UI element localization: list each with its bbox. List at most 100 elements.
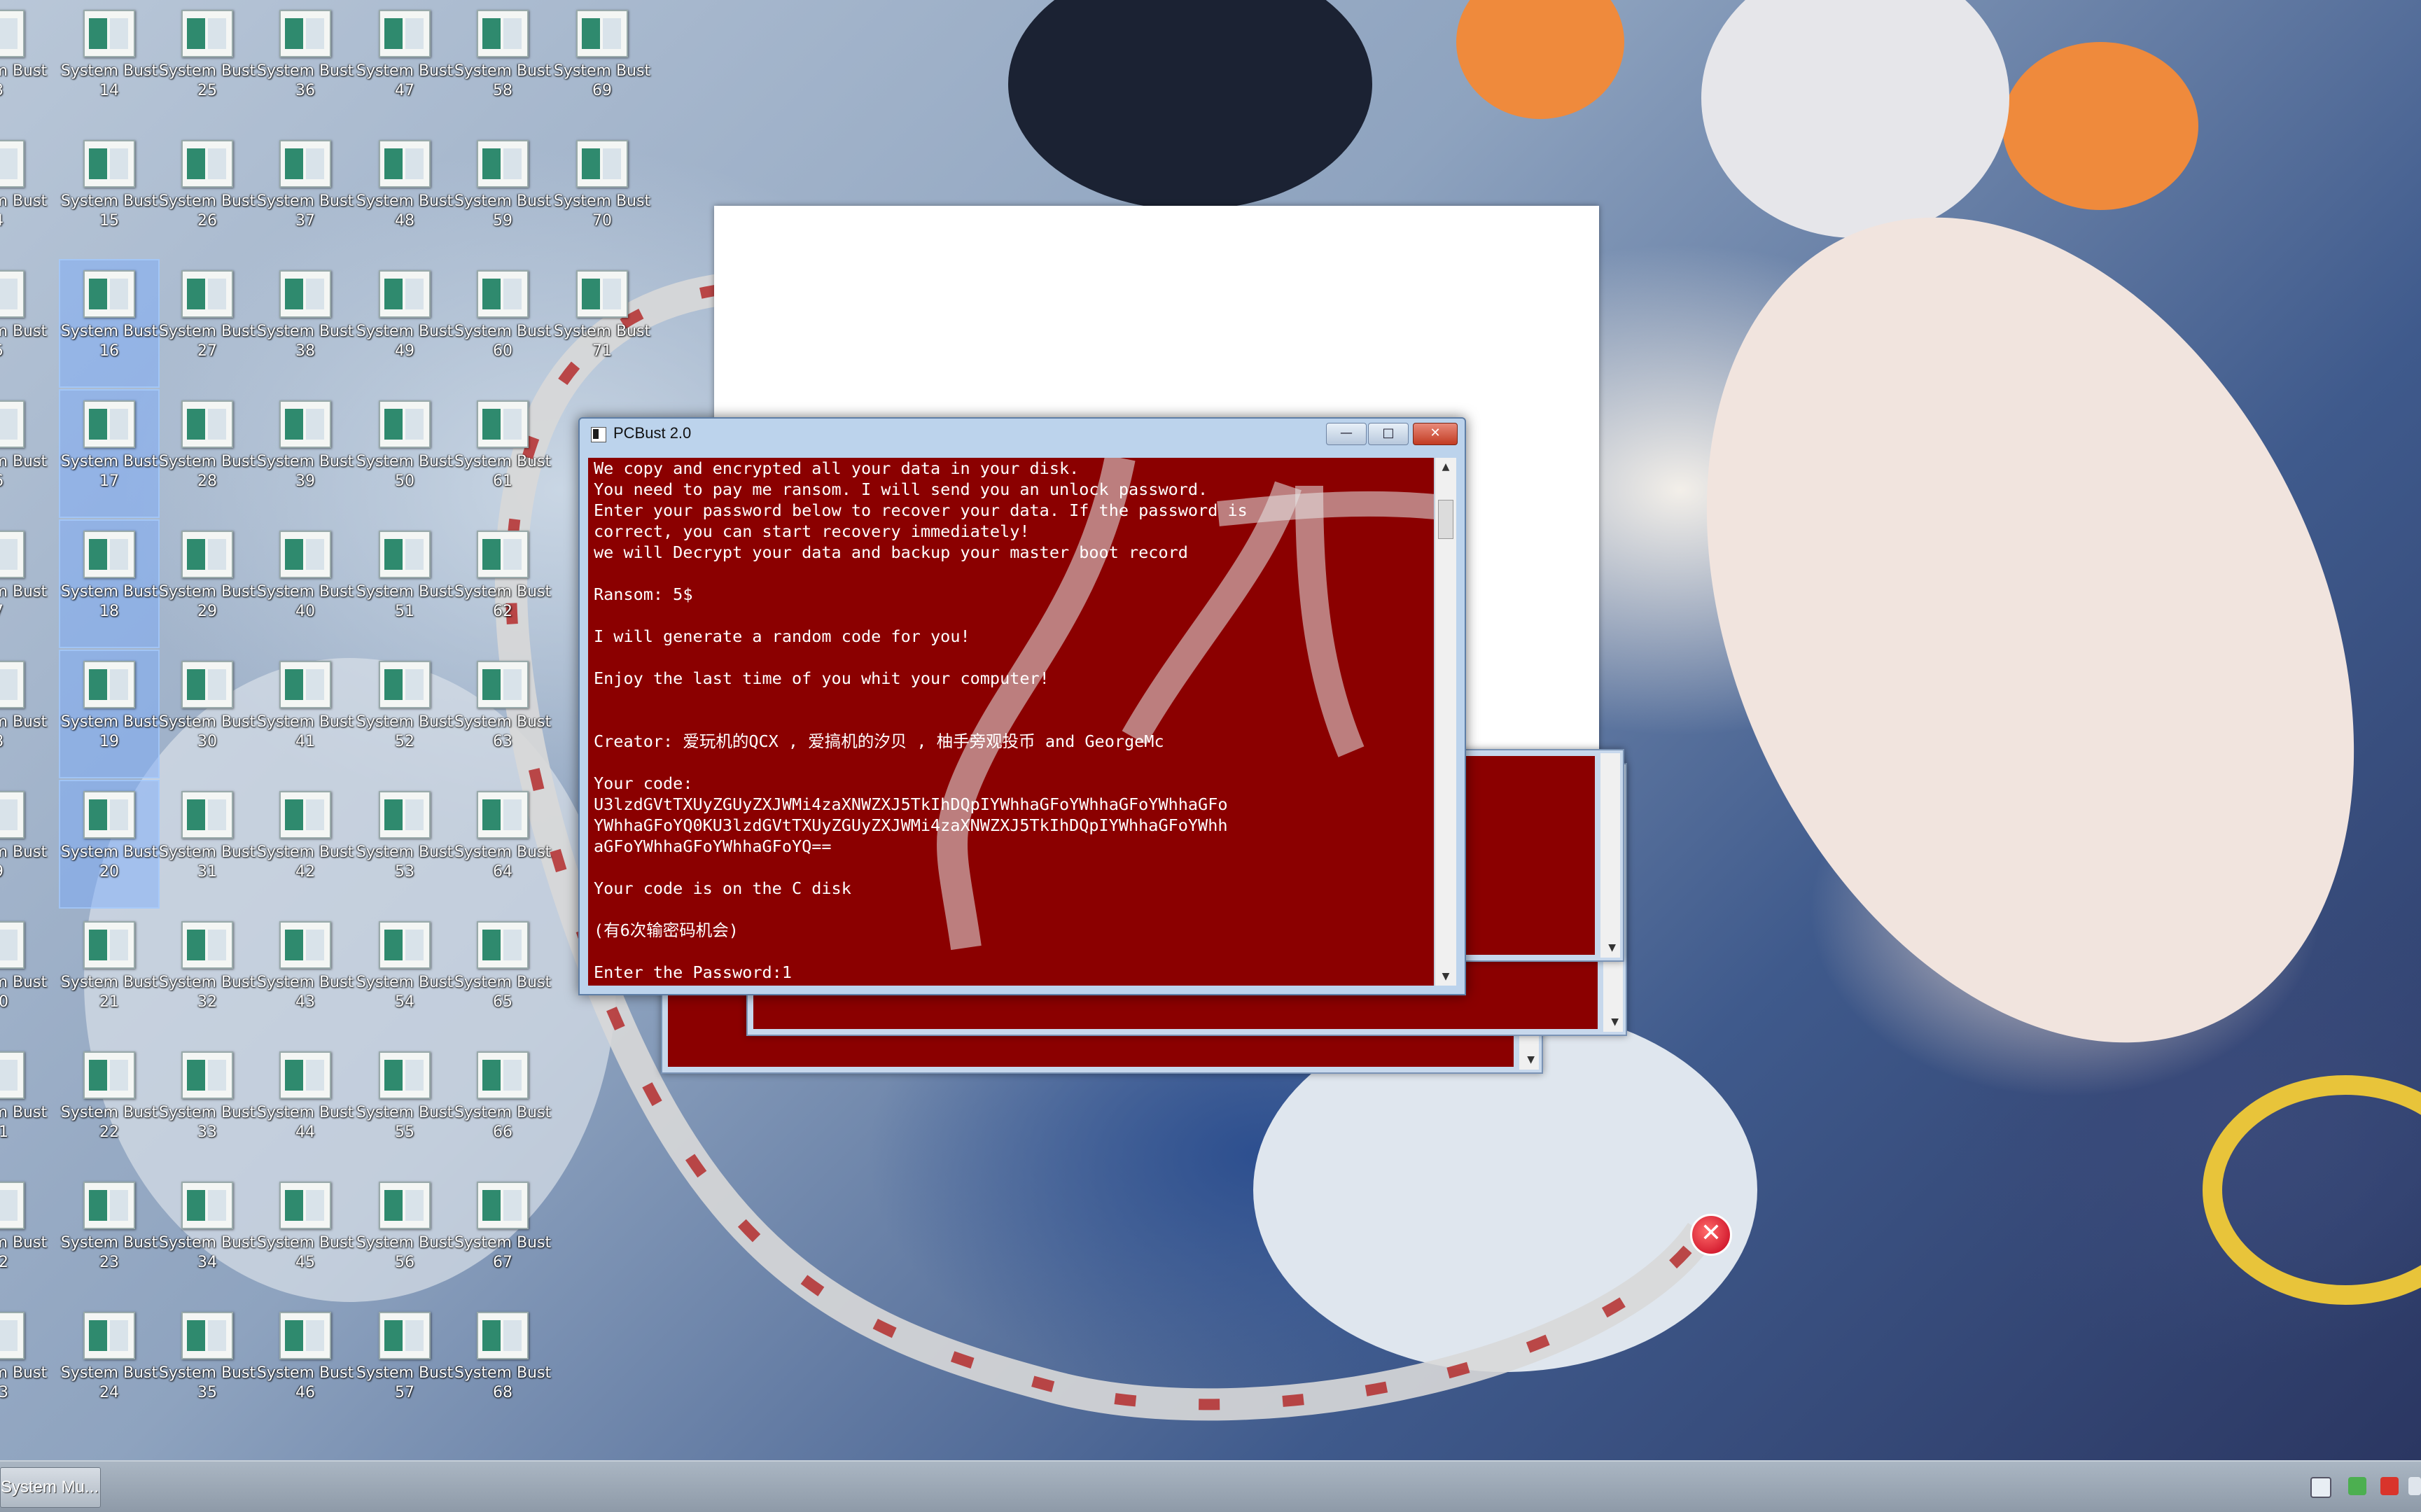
desktop-icon-system-bust-56[interactable]: System Bust 56 (356, 1172, 454, 1298)
scroll-down-icon[interactable]: ▼ (1527, 1054, 1535, 1065)
desktop-icon-system-bust-29[interactable]: System Bust 29 (158, 521, 256, 647)
desktop-icon-system-bust-13[interactable]: System Bust 13 (0, 1302, 48, 1428)
desktop-icon-system-bust-53[interactable]: System Bust 53 (356, 781, 454, 907)
volume-tray-icon[interactable] (2408, 1477, 2421, 1495)
desktop-icon-system-bust-64[interactable]: System Bust 64 (454, 781, 552, 907)
desktop-icon-system-bust-3[interactable]: System Bust3 (0, 0, 48, 126)
desktop-icon-system-bust-37[interactable]: System Bust 37 (256, 130, 354, 256)
desktop-icon-system-bust-65[interactable]: System Bust 65 (454, 911, 552, 1037)
icon-label: System Bust (256, 1364, 354, 1382)
desktop-icon-system-bust-55[interactable]: System Bust 55 (356, 1042, 454, 1168)
desktop-icon-system-bust-40[interactable]: System Bust 40 (256, 521, 354, 647)
desktop-icon-system-bust-18[interactable]: System Bust 18 (59, 519, 160, 648)
pcbust-window[interactable]: PCBust 2.0 — □ ✕ We copy and encrypted a… (578, 417, 1466, 995)
desktop-icon-system-bust-61[interactable]: System Bust 61 (454, 391, 552, 517)
vertical-scrollbar[interactable]: ▲ ▼ (1435, 458, 1456, 986)
desktop-icon-system-bust-16[interactable]: System Bust 16 (59, 259, 160, 388)
desktop-icon-system-bust-32[interactable]: System Bust 32 (158, 911, 256, 1037)
taskbar-item-system[interactable]: System Mu... (0, 1467, 101, 1508)
scrollbar[interactable] (1600, 753, 1620, 958)
minimize-button[interactable]: — (1326, 423, 1367, 445)
desktop-icon-system-bust-49[interactable]: System Bust 49 (356, 260, 454, 386)
desktop-icon-system-bust-7[interactable]: System Bust7 (0, 521, 48, 647)
monitor-tray-icon[interactable] (2310, 1477, 2331, 1498)
desktop-icon-system-bust-39[interactable]: System Bust 39 (256, 391, 354, 517)
desktop-icon-system-bust-10[interactable]: System Bust 10 (0, 911, 48, 1037)
icon-number: 41 (295, 733, 315, 750)
desktop-icon-system-bust-8[interactable]: System Bust8 (0, 651, 48, 777)
scroll-up-icon[interactable]: ▲ (1435, 458, 1456, 476)
desktop-icon-system-bust-69[interactable]: System Bust 69 (553, 0, 651, 126)
desktop-icon-system-bust-54[interactable]: System Bust 54 (356, 911, 454, 1037)
desktop-icon-system-bust-68[interactable]: System Bust 68 (454, 1302, 552, 1428)
desktop-icon-system-bust-66[interactable]: System Bust 66 (454, 1042, 552, 1168)
desktop-icon-system-bust-35[interactable]: System Bust 35 (158, 1302, 256, 1428)
desktop-icon-system-bust-25[interactable]: System Bust 25 (158, 0, 256, 126)
icon-number: 56 (395, 1254, 414, 1271)
scroll-thumb[interactable] (1438, 500, 1453, 539)
desktop-icon-system-bust-20[interactable]: System Bust 20 (59, 780, 160, 909)
desktop-icon-system-bust-21[interactable]: System Bust 21 (60, 911, 158, 1037)
console-output[interactable]: We copy and encrypted all your data in y… (588, 458, 1434, 986)
desktop-icon-system-bust-42[interactable]: System Bust 42 (256, 781, 354, 907)
desktop-icon-system-bust-17[interactable]: System Bust 17 (59, 389, 160, 518)
desktop-icon-system-bust-45[interactable]: System Bust 45 (256, 1172, 354, 1298)
desktop-icon-system-bust-71[interactable]: System Bust 71 (553, 260, 651, 386)
desktop-icon-system-bust-70[interactable]: System Bust 70 (553, 130, 651, 256)
scroll-down-icon[interactable]: ▼ (1608, 942, 1616, 953)
desktop-icon-system-bust-47[interactable]: System Bust 47 (356, 0, 454, 126)
desktop-icon-system-bust-24[interactable]: System Bust 24 (60, 1302, 158, 1428)
desktop-icon-system-bust-38[interactable]: System Bust 38 (256, 260, 354, 386)
desktop-icon-system-bust-67[interactable]: System Bust 67 (454, 1172, 552, 1298)
desktop-icon-system-bust-26[interactable]: System Bust 26 (158, 130, 256, 256)
desktop-icon-system-bust-59[interactable]: System Bust 59 (454, 130, 552, 256)
desktop-icon-system-bust-6[interactable]: System Bust 6 (0, 391, 48, 517)
program-icon (0, 1182, 25, 1229)
desktop-icon-system-bust-62[interactable]: System Bust 62 (454, 521, 552, 647)
desktop-icon-system-bust-60[interactable]: System Bust 60 (454, 260, 552, 386)
desktop-icon-system-bust-44[interactable]: System Bust 44 (256, 1042, 354, 1168)
icon-label: System Bust (356, 974, 454, 991)
desktop-icon-system-bust-27[interactable]: System Bust 27 (158, 260, 256, 386)
desktop-icon-system-bust-48[interactable]: System Bust 48 (356, 130, 454, 256)
program-icon (279, 531, 331, 578)
desktop-icon-system-bust-34[interactable]: System Bust 34 (158, 1172, 256, 1298)
desktop-icon-system-bust-52[interactable]: System Bust 52 (356, 651, 454, 777)
desktop-icon-system-bust-50[interactable]: System Bust 50 (356, 391, 454, 517)
icon-number: 57 (395, 1384, 414, 1401)
desktop-icon-system-bust-30[interactable]: System Bust 30 (158, 651, 256, 777)
desktop-icon-system-bust-28[interactable]: System Bust 28 (158, 391, 256, 517)
scroll-down-icon[interactable]: ▼ (1435, 967, 1456, 986)
desktop-icon-system-bust-31[interactable]: System Bust 31 (158, 781, 256, 907)
desktop-icon-system-bust-41[interactable]: System Bust 41 (256, 651, 354, 777)
icon-number: 28 (197, 472, 217, 490)
desktop-icon-system-bust-57[interactable]: System Bust 57 (356, 1302, 454, 1428)
close-button[interactable]: ✕ (1413, 423, 1458, 445)
desktop-icon-system-bust-9[interactable]: System Bust9 (0, 781, 48, 907)
icon-label: System Bust (0, 453, 48, 470)
close-circle-icon: ✕ (1690, 1214, 1732, 1256)
flag-tray-icon[interactable] (2380, 1477, 2399, 1495)
title-bar[interactable]: PCBust 2.0 — □ ✕ (580, 419, 1465, 448)
icon-label: System Bust (553, 323, 651, 340)
desktop-icon-system-bust-15[interactable]: System Bust 15 (60, 130, 158, 256)
desktop-icon-system-bust-33[interactable]: System Bust 33 (158, 1042, 256, 1168)
desktop-icon-system-bust-63[interactable]: System Bust 63 (454, 651, 552, 777)
desktop-icon-system-bust-58[interactable]: System Bust 58 (454, 0, 552, 126)
desktop-icon-system-bust-12[interactable]: System Bust 12 (0, 1172, 48, 1298)
desktop-icon-system-bust-14[interactable]: System Bust 14 (60, 0, 158, 126)
desktop-icon-system-bust-5[interactable]: System Bust 5 (0, 260, 48, 386)
scroll-down-icon[interactable]: ▼ (1611, 1016, 1619, 1028)
desktop-icon-system-bust-43[interactable]: System Bust 43 (256, 911, 354, 1037)
desktop-icon-system-bust-19[interactable]: System Bust 19 (59, 650, 160, 778)
network-tray-icon[interactable] (2348, 1477, 2366, 1495)
desktop-icon-system-bust-11[interactable]: System Bust 11 (0, 1042, 48, 1168)
desktop-icon-system-bust-23[interactable]: System Bust 23 (60, 1172, 158, 1298)
desktop-icon-system-bust-22[interactable]: System Bust 22 (60, 1042, 158, 1168)
maximize-button[interactable]: □ (1368, 423, 1409, 445)
desktop-icon-system-bust-46[interactable]: System Bust 46 (256, 1302, 354, 1428)
desktop-icon-system-bust-51[interactable]: System Bust 51 (356, 521, 454, 647)
icon-number: 21 (99, 993, 119, 1011)
desktop-icon-system-bust-4[interactable]: System Bust4 (0, 130, 48, 256)
desktop-icon-system-bust-36[interactable]: System Bust 36 (256, 0, 354, 126)
